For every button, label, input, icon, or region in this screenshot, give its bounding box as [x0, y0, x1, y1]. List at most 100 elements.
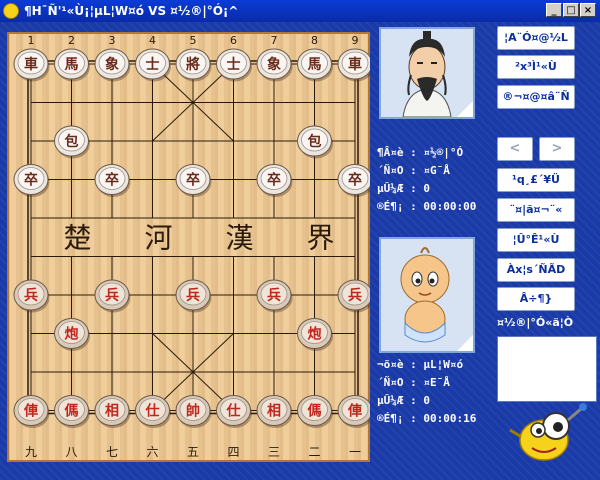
svg-text:帥: 帥: [186, 403, 200, 420]
bottom-column-number: 九: [25, 445, 37, 459]
svg-text:馬: 馬: [308, 57, 322, 73]
top-column-number: 3: [109, 34, 116, 47]
svg-text:卒: 卒: [186, 172, 200, 189]
red-piece[interactable]: 兵: [256, 279, 293, 313]
black-piece[interactable]: 卒: [175, 164, 212, 198]
exit-button[interactable]: Â÷¶}: [497, 287, 575, 311]
game-panel: 楚 河 漢 界 1 2 3 4 5 6 7 8 9 九 八 七 六 五 四 三 二 一 車 馬 象 士 將 士 象 馬 車包 包卒 卒 卒 卒 卒兵 兵…: [0, 22, 600, 480]
save-puzzle-button[interactable]: Àx¦s´ÑÃD: [497, 258, 575, 282]
svg-text:包: 包: [308, 133, 322, 150]
bottom-column-number: 四: [227, 445, 239, 459]
river-text: 楚: [63, 221, 91, 254]
top-column-number: 9: [352, 34, 359, 47]
red-piece[interactable]: 仕: [216, 395, 253, 429]
black-piece[interactable]: 包: [54, 125, 91, 159]
black-piece[interactable]: 象: [256, 48, 293, 82]
option-button-3[interactable]: ®¬¤@¤â¨Ñ: [497, 85, 575, 109]
top-column-number: 7: [271, 34, 278, 47]
red-piece[interactable]: 炮: [54, 318, 91, 352]
svg-text:兵: 兵: [105, 287, 119, 304]
bottom-column-number: 一: [349, 445, 361, 459]
black-piece[interactable]: 卒: [256, 164, 293, 198]
option-button-5[interactable]: ¨¤|ã¤¬¨«: [497, 198, 575, 222]
red-piece[interactable]: 俥: [13, 395, 50, 429]
top-column-number: 8: [311, 34, 318, 47]
chess-board[interactable]: 楚 河 漢 界 1 2 3 4 5 6 7 8 9 九 八 七 六 五 四 三 二 一 車 馬 象 士 將 士 象 馬 車包 包卒 卒 卒 卒 卒兵 兵…: [7, 32, 370, 462]
red-piece[interactable]: 帥: [175, 395, 212, 429]
player-portrait: [379, 237, 475, 353]
svg-text:象: 象: [267, 56, 281, 73]
black-piece[interactable]: 士: [135, 48, 172, 82]
red-piece[interactable]: 俥: [337, 395, 370, 429]
red-piece[interactable]: 相: [256, 395, 293, 429]
svg-text:卒: 卒: [105, 172, 119, 189]
river-text: 漢: [225, 221, 253, 254]
svg-text:炮: 炮: [65, 326, 79, 343]
prev-move-button[interactable]: <: [497, 137, 533, 161]
black-piece[interactable]: 包: [297, 125, 334, 159]
top-column-number: 6: [230, 34, 237, 47]
top-column-number: 1: [28, 34, 35, 47]
black-piece[interactable]: 象: [94, 48, 131, 82]
red-piece[interactable]: 傌: [297, 395, 334, 429]
close-button[interactable]: ×: [580, 3, 596, 17]
river-text: 河: [144, 221, 172, 254]
river-text: 界: [306, 221, 334, 254]
red-piece[interactable]: 兵: [337, 279, 370, 313]
maximize-button[interactable]: □: [563, 3, 579, 17]
opponent-info: ¶Â¤è : ¤½®|°Ó ´Ñ¤O : ¤G¯Å µÛ¼Æ : 0 ®É¶¡ …: [377, 144, 476, 216]
svg-text:仕: 仕: [226, 403, 241, 420]
black-piece[interactable]: 卒: [13, 164, 50, 198]
svg-text:相: 相: [267, 403, 281, 420]
bottom-column-number: 三: [268, 445, 280, 459]
option-button-2[interactable]: ²x³Ì¹«Ù: [497, 55, 575, 79]
svg-text:兵: 兵: [186, 287, 200, 304]
bottom-column-number: 六: [146, 445, 158, 459]
black-piece[interactable]: 馬: [297, 48, 334, 82]
auto-play-button[interactable]: ¦Û°Ê¹«Ù: [497, 228, 575, 252]
next-move-button[interactable]: >: [539, 137, 575, 161]
red-piece[interactable]: 兵: [94, 279, 131, 313]
black-piece[interactable]: 車: [13, 48, 50, 82]
red-piece[interactable]: 炮: [297, 318, 334, 352]
black-piece[interactable]: 車: [337, 48, 370, 82]
red-piece[interactable]: 傌: [54, 395, 91, 429]
black-piece[interactable]: 士: [216, 48, 253, 82]
minimize-button[interactable]: _: [546, 3, 562, 17]
svg-text:俥: 俥: [23, 403, 38, 420]
player-level: ´Ñ¤O : ¤E¯Å: [377, 376, 450, 389]
svg-text:俥: 俥: [347, 403, 362, 420]
svg-text:士: 士: [227, 56, 241, 73]
red-piece[interactable]: 仕: [135, 395, 172, 429]
svg-text:卒: 卒: [267, 172, 281, 189]
opponent-level: ´Ñ¤O : ¤G¯Å: [377, 164, 450, 177]
svg-text:傌: 傌: [65, 403, 79, 420]
bottom-column-number: 七: [106, 445, 118, 459]
black-piece[interactable]: 卒: [337, 164, 370, 198]
black-piece[interactable]: 將: [175, 48, 212, 82]
svg-text:包: 包: [65, 133, 79, 150]
player-time: ®É¶¡ : 00:00:16: [377, 412, 477, 425]
black-piece[interactable]: 馬: [54, 48, 91, 82]
opponent-time: ®É¶¡ : 00:00:00: [377, 200, 477, 213]
black-piece[interactable]: 卒: [94, 164, 131, 198]
app-icon: [3, 3, 19, 19]
svg-text:兵: 兵: [267, 287, 281, 304]
svg-text:車: 車: [24, 56, 38, 73]
player-info: ¬õ¤è : µL¦W¤ó ´Ñ¤O : ¤E¯Å µÛ¼Æ : 0 ®É¶¡ …: [377, 356, 476, 428]
top-column-number: 5: [190, 34, 197, 47]
red-piece[interactable]: 兵: [175, 279, 212, 313]
svg-text:相: 相: [105, 403, 119, 420]
new-game-button[interactable]: ¦A¨Ó¤@½L: [497, 26, 575, 50]
top-column-number: 2: [68, 34, 75, 47]
red-piece[interactable]: 相: [94, 395, 131, 429]
move-list-box[interactable]: [497, 336, 597, 402]
opponent-portrait: [379, 27, 475, 119]
bottom-column-number: 八: [65, 445, 77, 459]
svg-text:炮: 炮: [308, 326, 322, 343]
hint-button[interactable]: ¹q¸£´¥Ü: [497, 168, 575, 192]
svg-text:馬: 馬: [65, 57, 79, 73]
board-grid: 楚 河 漢 界 1 2 3 4 5 6 7 8 9 九 八 七 六 五 四 三 二 一 車 馬 象 士 將 士 象 馬 車包 包卒 卒 卒 卒 卒兵 兵…: [13, 34, 370, 459]
red-piece[interactable]: 兵: [13, 279, 50, 313]
player-moves: µÛ¼Æ : 0: [377, 394, 430, 407]
